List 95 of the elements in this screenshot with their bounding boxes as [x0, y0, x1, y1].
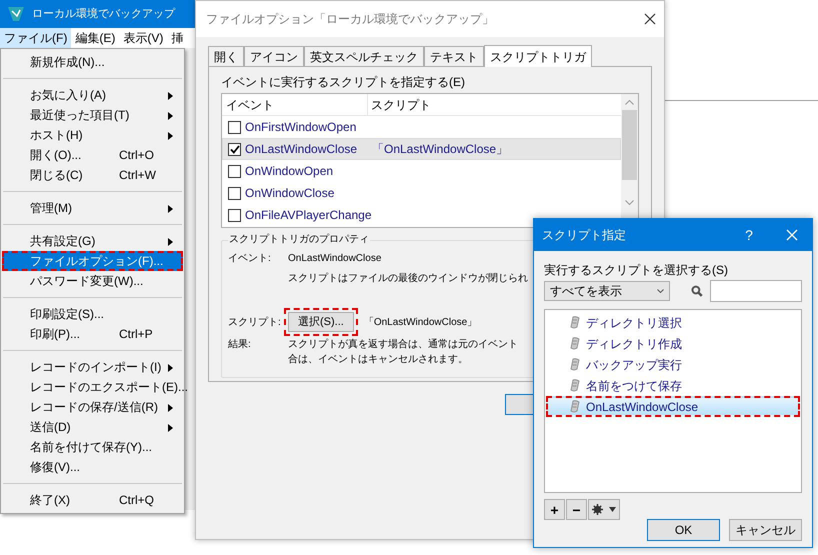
result-text: 合は、イベントはキャンセルされます。	[288, 353, 469, 367]
column-header[interactable]: スクリプト	[368, 94, 621, 115]
help-button[interactable]: ?	[726, 224, 772, 246]
script-icon	[570, 316, 580, 329]
menu-item[interactable]: 新規作成(N)...	[2, 52, 183, 72]
submenu-arrow-icon	[168, 132, 173, 140]
field-label: イベント:	[228, 252, 272, 266]
event-row[interactable]: OnWindowOpen	[222, 160, 621, 182]
menu-bar-item[interactable]: 挿	[167, 28, 188, 48]
event-row[interactable]: OnWindowClose	[222, 182, 621, 204]
menu-item[interactable]: 管理(M)	[2, 198, 183, 218]
column-header[interactable]: イベント	[222, 94, 368, 115]
submenu-arrow-icon	[168, 205, 173, 213]
window-title: ローカル環境でバックアップ	[32, 6, 175, 22]
tab[interactable]: スクリプトトリガ	[484, 45, 592, 67]
event-row[interactable]: OnFirstWindowOpen	[222, 116, 621, 138]
submenu-arrow-icon	[168, 424, 173, 432]
menu-item[interactable]: 名前を付けて保存(Y)...	[2, 437, 183, 457]
scroll-up-icon	[625, 100, 634, 105]
close-icon	[786, 229, 798, 241]
menu-bar-item[interactable]: 編集(E)	[71, 28, 120, 48]
script-item[interactable]: ディレクトリ作成	[546, 333, 800, 354]
checkbox[interactable]	[228, 208, 241, 222]
menu-item[interactable]: レコードのインポート(I)	[2, 357, 183, 377]
list-label: 実行するスクリプトを選択する(S)	[544, 262, 729, 278]
menu-item[interactable]: 修復(V)...	[2, 457, 183, 477]
event-row[interactable]: OnFileAVPlayerChange	[222, 204, 621, 226]
submenu-arrow-icon	[168, 364, 173, 372]
dropdown-arrow-icon	[609, 507, 616, 512]
menu-item[interactable]: 共有設定(G)	[2, 231, 183, 251]
submenu-arrow-icon	[168, 404, 173, 412]
menu-item[interactable]: 最近使った項目(T)	[2, 105, 183, 125]
app-logo-icon	[8, 7, 24, 21]
field-label: 結果:	[228, 338, 252, 352]
menu-item[interactable]: パスワード変更(W)...	[2, 271, 183, 291]
field-value: OnLastWindowClose	[288, 252, 382, 266]
event-row[interactable]: OnLastWindowClose 「OnLastWindowClose」	[222, 138, 621, 160]
checkbox[interactable]	[228, 142, 241, 156]
dialog-button[interactable]: OK	[647, 519, 720, 541]
menu-bar-item[interactable]: ファイル(F)	[0, 28, 72, 48]
scrollbar-thumb[interactable]	[622, 110, 637, 180]
event-name: OnFirstWindowOpen	[244, 119, 358, 136]
dialog-button[interactable]: キャンセル	[729, 519, 802, 541]
menu-item[interactable]: 送信(D)	[2, 417, 183, 437]
filter-dropdown[interactable]: すべてを表示	[544, 281, 670, 301]
menu-item[interactable]: ホスト(H)	[2, 125, 183, 145]
menu-item[interactable]: お気に入り(A)	[2, 85, 183, 105]
select-button[interactable]: 選択(S)...	[284, 308, 358, 336]
script-item[interactable]: OnLastWindowClose	[546, 396, 800, 417]
menu-item[interactable]: 終了(X) Ctrl+Q	[2, 490, 183, 510]
script-value: 「OnLastWindowClose」	[364, 316, 478, 330]
checkmark-icon	[230, 144, 240, 154]
menu-item[interactable]: 閉じる(C) Ctrl+W	[2, 165, 183, 185]
tab[interactable]: アイコン	[244, 46, 304, 66]
list-label: イベントに実行するスクリプトを指定する(E)	[221, 74, 466, 91]
menu-item[interactable]: 開く(O)... Ctrl+O	[2, 145, 183, 165]
event-name: OnWindowOpen	[244, 163, 334, 180]
script-item[interactable]: 名前をつけて保存	[546, 375, 800, 396]
gear-menu-button[interactable]	[588, 499, 620, 520]
script-icon	[570, 379, 580, 392]
description-text: スクリプトはファイルの最後のウインドウが閉じられ	[288, 272, 528, 286]
script-icon	[570, 358, 580, 371]
menu-item[interactable]: 印刷(P)... Ctrl+P	[2, 324, 183, 344]
submenu-arrow-icon	[168, 112, 173, 120]
event-name: OnLastWindowClose	[244, 141, 358, 158]
search-field[interactable]	[710, 280, 802, 302]
submenu-arrow-icon	[168, 92, 173, 100]
menu-item[interactable]: ファイルオプション(F)...	[2, 251, 183, 271]
result-text: スクリプトが真を返す場合は、通常は元のイベント	[288, 338, 518, 352]
field-label: スクリプト:	[228, 316, 282, 330]
dialog-title: ファイルオプション「ローカル環境でバックアップ」	[206, 11, 494, 28]
add-button[interactable]: +	[544, 499, 565, 520]
event-name: OnFileAVPlayerChange	[244, 207, 372, 224]
submenu-arrow-icon	[168, 238, 173, 246]
gear-icon	[592, 504, 603, 515]
menu-bar-item[interactable]: 表示(V)	[119, 28, 168, 48]
tab[interactable]: 英文スペルチェック	[304, 46, 424, 66]
checkbox[interactable]	[228, 186, 241, 200]
script-icon	[570, 337, 580, 350]
script-name: 「OnLastWindowClose」	[372, 141, 508, 158]
script-item[interactable]: バックアップ実行	[546, 354, 800, 375]
dialog-title: スクリプト指定	[542, 227, 627, 244]
script-item[interactable]: ディレクトリ選択	[546, 312, 800, 333]
menu-item[interactable]: 印刷設定(S)...	[2, 304, 183, 324]
checkbox[interactable]	[228, 120, 241, 134]
script-icon	[570, 400, 580, 413]
event-name: OnWindowClose	[244, 185, 336, 202]
menu-item[interactable]: レコードの保存/送信(R)	[2, 397, 183, 417]
search-icon	[691, 285, 703, 297]
tab[interactable]: テキスト	[424, 46, 484, 66]
remove-button[interactable]: −	[566, 499, 587, 520]
checkbox[interactable]	[228, 164, 241, 178]
scroll-down-icon	[625, 200, 634, 205]
tab[interactable]: 開く	[208, 46, 244, 66]
close-icon	[644, 13, 656, 25]
